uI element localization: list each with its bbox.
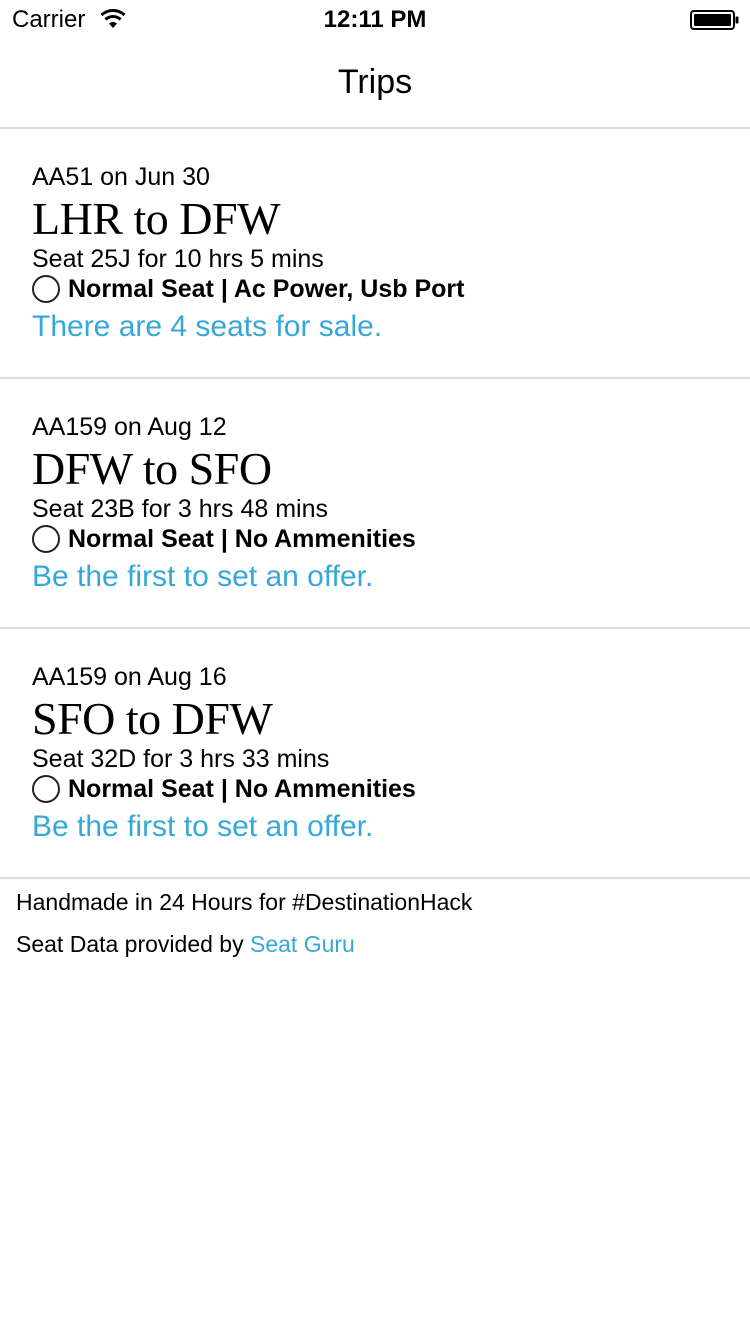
trip-amenities: Normal Seat | No Ammenities [32, 773, 416, 805]
status-time: 12:11 PM [323, 6, 427, 33]
amenity-text: Normal Seat | Ac Power, Usb Port [68, 275, 465, 303]
amenity-text: Normal Seat | No Ammenities [68, 525, 416, 553]
seat-guru-link[interactable]: Seat Guru [250, 931, 355, 957]
trip-card[interactable]: AA159 on Aug 16 SFO to DFW Seat 32D for … [0, 629, 750, 879]
trip-flight-label: AA51 on Jun 30 [32, 163, 210, 191]
trip-route-title: SFO to DFW [32, 693, 273, 744]
trip-seat-info: Seat 25J for 10 hrs 5 mins [32, 245, 324, 273]
trip-seat-info: Seat 23B for 3 hrs 48 mins [32, 495, 328, 523]
trip-amenities: Normal Seat | No Ammenities [32, 523, 416, 555]
trip-route-title: LHR to DFW [32, 193, 281, 244]
circle-icon [32, 275, 60, 303]
circle-icon [32, 525, 60, 553]
trip-offer-link[interactable]: Be the first to set an offer. [32, 557, 373, 597]
trip-card[interactable]: AA159 on Aug 12 DFW to SFO Seat 23B for … [0, 379, 750, 629]
amenity-text: Normal Seat | No Ammenities [68, 775, 416, 803]
page-title: Trips [337, 63, 413, 101]
navigation-bar: Trips [0, 40, 750, 129]
trip-seat-info: Seat 32D for 3 hrs 33 mins [32, 745, 330, 773]
trip-offer-link[interactable]: There are 4 seats for sale. [32, 307, 382, 347]
trip-amenities: Normal Seat | Ac Power, Usb Port [32, 273, 464, 305]
status-bar: Carrier 12:11 PM [0, 0, 750, 40]
trip-card[interactable]: AA51 on Jun 30 LHR to DFW Seat 25J for 1… [0, 129, 750, 379]
trip-offer-link[interactable]: Be the first to set an offer. [32, 807, 373, 847]
handmade-credit: Handmade in 24 Hours for #DestinationHac… [16, 889, 473, 915]
battery-icon [690, 10, 740, 30]
trip-flight-label: AA159 on Aug 16 [32, 663, 227, 691]
trip-flight-label: AA159 on Aug 12 [32, 413, 227, 441]
circle-icon [32, 775, 60, 803]
trip-route-title: DFW to SFO [32, 443, 272, 494]
trip-list: AA51 on Jun 30 LHR to DFW Seat 25J for 1… [0, 129, 750, 879]
seat-data-credit: Seat Data provided by Seat Guru [16, 929, 355, 959]
seat-data-prefix: Seat Data provided by [16, 931, 250, 957]
